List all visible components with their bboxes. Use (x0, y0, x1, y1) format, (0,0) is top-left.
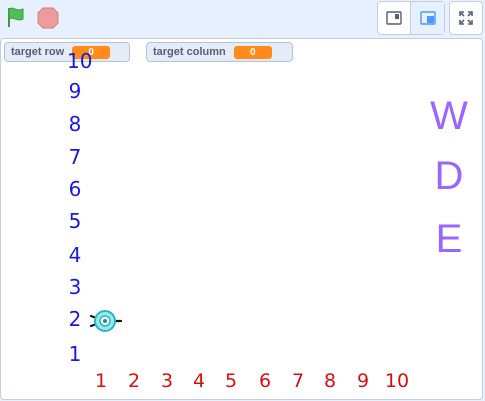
column-label: 1 (94, 370, 108, 392)
large-stage-button[interactable] (411, 2, 444, 34)
column-label: 8 (323, 370, 337, 392)
small-stage-button[interactable] (378, 2, 412, 34)
stage-size-toggle (377, 1, 445, 35)
letter-w: W (430, 94, 468, 138)
small-stage-icon (386, 11, 402, 25)
row-label: 6 (68, 177, 82, 201)
green-flag-icon[interactable] (4, 5, 28, 29)
stage-header (0, 0, 485, 38)
column-label: 3 (160, 370, 174, 392)
stage-canvas[interactable]: target row 0 target column 0 10 9 8 7 6 … (0, 38, 483, 400)
row-label: 2 (68, 307, 82, 331)
fullscreen-button[interactable] (449, 1, 483, 35)
letter-e: E (435, 217, 463, 261)
monitor-label: target column (153, 46, 226, 58)
column-label: 7 (291, 370, 305, 392)
row-label: 5 (68, 209, 82, 233)
row-label: 1 (68, 342, 82, 366)
letter-d: D (434, 154, 464, 198)
column-label: 10 (384, 370, 410, 392)
row-label: 8 (68, 112, 82, 136)
row-label: 7 (68, 145, 82, 169)
robot-sprite[interactable] (89, 306, 123, 336)
column-label: 4 (192, 370, 206, 392)
row-label: 3 (68, 275, 82, 299)
stop-icon[interactable] (36, 6, 60, 30)
column-label: 2 (127, 370, 141, 392)
column-label: 6 (258, 370, 272, 392)
fullscreen-icon (459, 11, 473, 25)
row-label: 9 (68, 79, 82, 103)
large-stage-icon (419, 11, 436, 25)
monitor-value: 0 (233, 45, 272, 59)
monitor-label: target row (11, 46, 65, 58)
column-label: 5 (224, 370, 238, 392)
row-label: 10 (67, 49, 93, 73)
row-label: 4 (68, 243, 82, 267)
variable-monitor-target-column: target column 0 (146, 42, 293, 62)
column-label: 9 (356, 370, 370, 392)
